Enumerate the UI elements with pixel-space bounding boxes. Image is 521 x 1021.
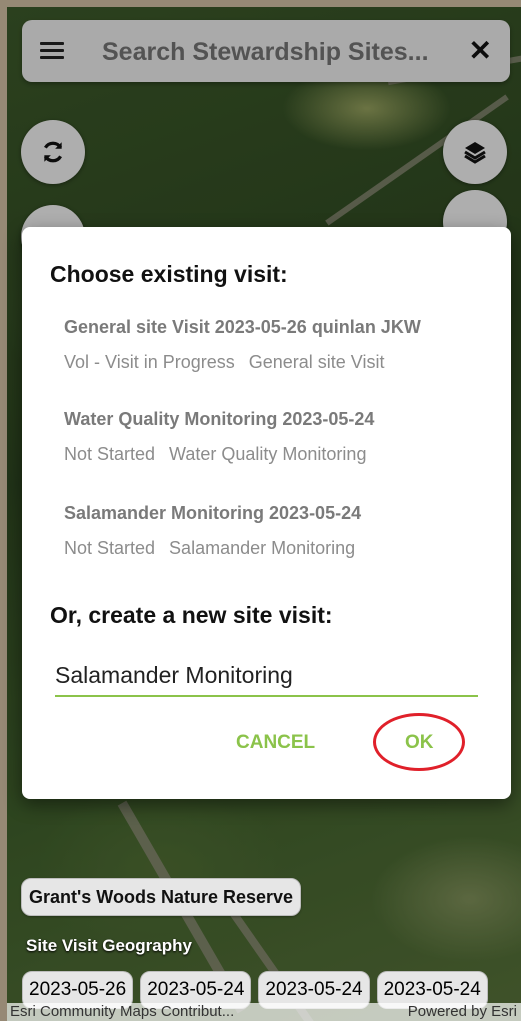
site-name-chip[interactable]: Grant's Woods Nature Reserve (21, 878, 302, 916)
new-visit-input[interactable] (55, 657, 478, 697)
cancel-button[interactable]: CANCEL (236, 732, 315, 754)
choose-visit-dialog: Choose existing visit: General site Visi… (22, 227, 511, 799)
site-visit-geography-label: Site Visit Geography (26, 936, 192, 955)
visit-type: General site Visit (248, 352, 385, 372)
visit-type: Salamander Monitoring (169, 538, 356, 558)
visit-item[interactable]: Water Quality Monitoring 2023-05-24 Not … (64, 409, 374, 465)
powered-by-text: Powered by Esri (407, 1003, 517, 1020)
map-attribution: Esri Community Maps Contribut... Powered… (7, 1003, 521, 1021)
visit-type: Water Quality Monitoring (169, 444, 367, 464)
visit-item[interactable]: Salamander Monitoring 2023-05-24 Not Sta… (64, 503, 361, 559)
visit-item[interactable]: General site Visit 2023-05-26 quinlan JK… (64, 317, 421, 373)
visit-title: General site Visit 2023-05-26 quinlan JK… (64, 317, 421, 337)
date-chip-row: 2023-05-26 2023-05-24 2023-05-24 2023-05… (22, 971, 488, 1009)
visit-status: Not Started (64, 444, 156, 464)
visit-title: Water Quality Monitoring 2023-05-24 (64, 409, 375, 429)
visit-status: Not Started (64, 538, 156, 558)
visit-status: Vol - Visit in Progress (64, 352, 235, 372)
visit-title: Salamander Monitoring 2023-05-24 (64, 503, 362, 523)
new-visit-heading: Or, create a new site visit: (50, 602, 333, 628)
dialog-title: Choose existing visit: (50, 261, 288, 287)
ok-button[interactable]: OK (405, 732, 434, 754)
attribution-text: Esri Community Maps Contribut... (10, 1003, 235, 1020)
